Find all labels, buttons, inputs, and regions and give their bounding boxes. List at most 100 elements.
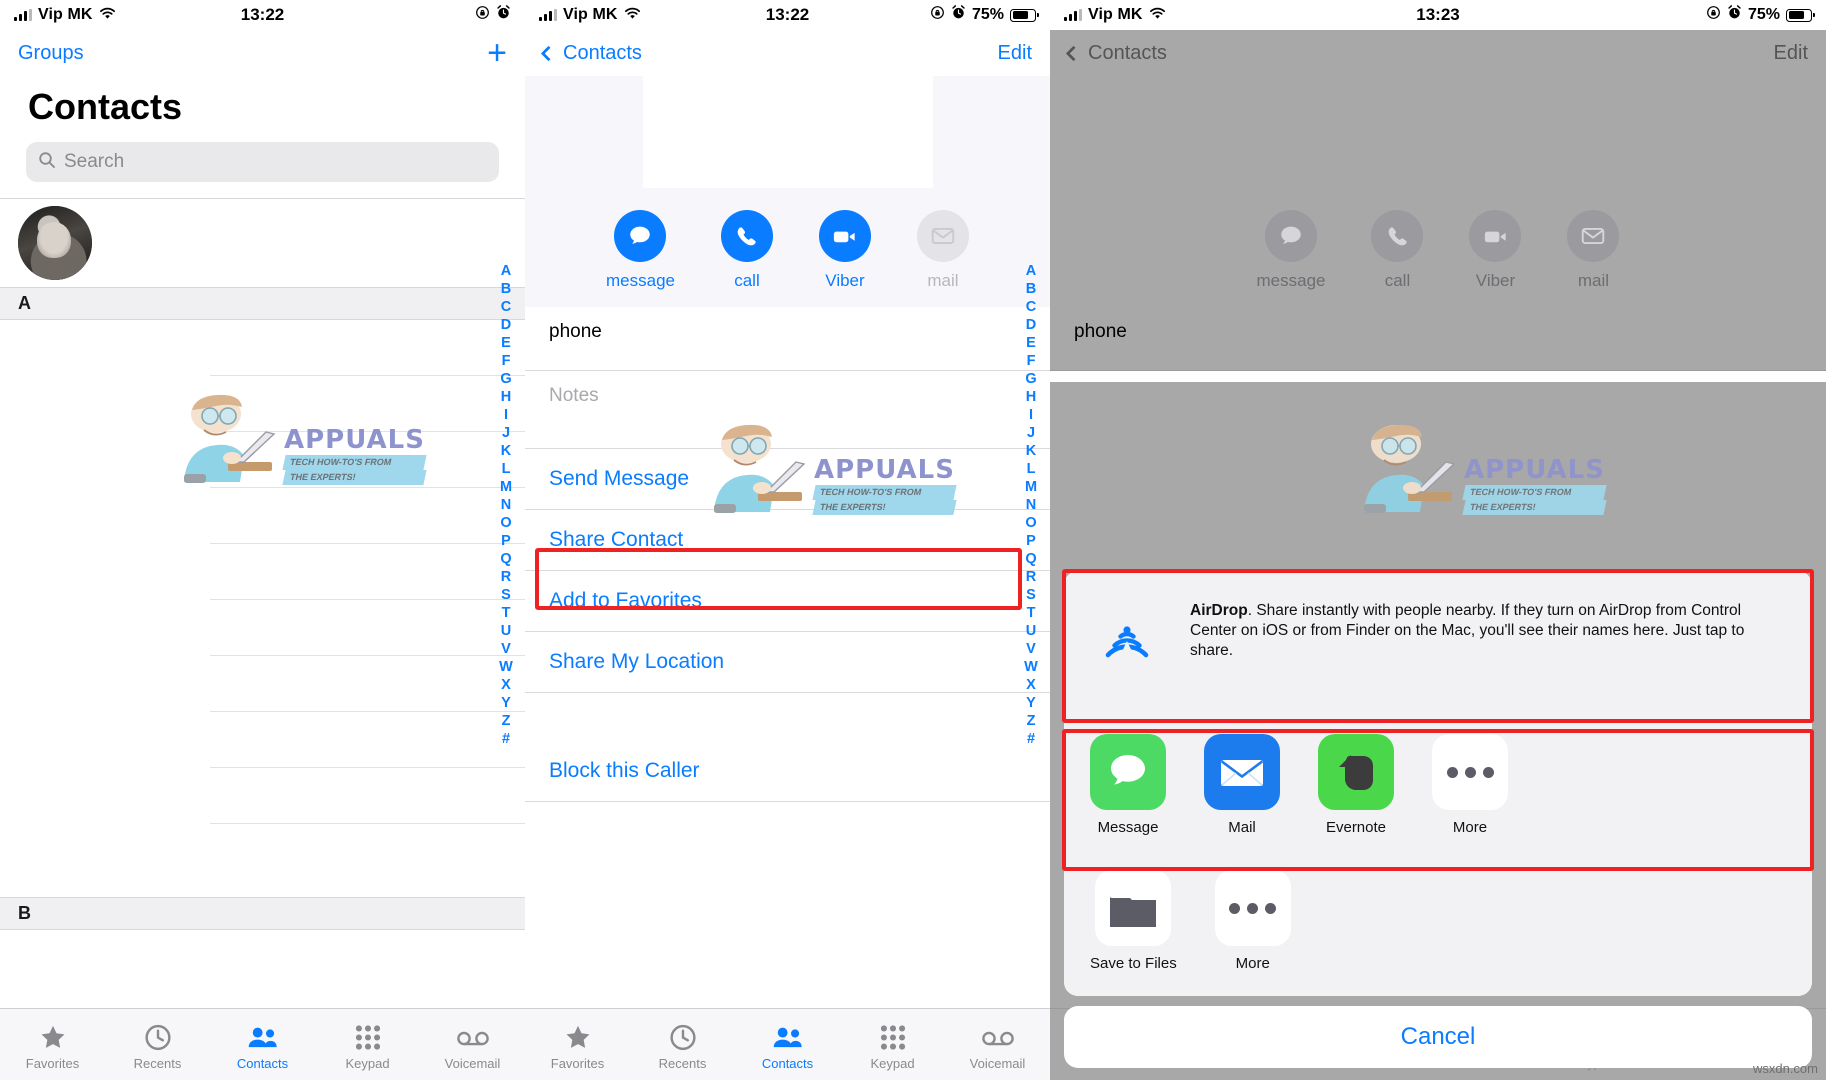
- action-message[interactable]: message: [606, 210, 675, 291]
- share-app-mail[interactable]: Mail: [1204, 734, 1280, 836]
- index-letter-q[interactable]: Q: [1025, 550, 1036, 568]
- block-this-caller-row[interactable]: Block this Caller: [525, 741, 1050, 802]
- index-letter-f[interactable]: F: [1027, 352, 1036, 370]
- action-mail[interactable]: mail: [916, 210, 969, 291]
- tab-voicemail[interactable]: Voicemail: [945, 1022, 1050, 1071]
- index-letter-s[interactable]: S: [501, 586, 511, 604]
- index-letter-n[interactable]: N: [501, 496, 511, 514]
- index-letter-h[interactable]: H: [1026, 388, 1036, 406]
- index-letter-u[interactable]: U: [501, 622, 511, 640]
- index-letter-r[interactable]: R: [501, 568, 511, 586]
- index-letter-y[interactable]: Y: [1026, 694, 1036, 712]
- index-letter-#[interactable]: #: [502, 730, 510, 748]
- alphabet-index-bar[interactable]: A B C D E F G H I J K L M N O P Q R S T U V W X Y Z #: [495, 262, 517, 748]
- index-letter-b[interactable]: B: [501, 280, 511, 298]
- tab-favorites[interactable]: Favorites: [0, 1022, 105, 1071]
- index-letter-n[interactable]: N: [1026, 496, 1036, 514]
- section-header-a: A: [0, 287, 525, 320]
- index-letter-l[interactable]: L: [502, 460, 511, 478]
- list-item[interactable]: [0, 199, 525, 287]
- notes-field[interactable]: Notes: [525, 371, 1050, 449]
- index-letter-t[interactable]: T: [502, 604, 511, 622]
- send-message-row[interactable]: Send Message: [525, 449, 1050, 510]
- back-button[interactable]: Contacts: [540, 42, 642, 65]
- index-letter-s[interactable]: S: [1026, 586, 1036, 604]
- index-letter-j[interactable]: J: [502, 424, 510, 442]
- index-letter-r[interactable]: R: [1026, 568, 1036, 586]
- index-letter-o[interactable]: O: [1025, 514, 1036, 532]
- index-letter-e[interactable]: E: [1026, 334, 1036, 352]
- alphabet-index-bar[interactable]: A B C D E F G H I J K L M N O P Q R S T U V W X Y Z #: [1020, 262, 1042, 748]
- index-letter-v[interactable]: V: [501, 640, 511, 658]
- index-letter-i[interactable]: I: [1029, 406, 1033, 424]
- index-letter-x[interactable]: X: [1026, 676, 1036, 694]
- index-letter-c[interactable]: C: [1026, 298, 1036, 316]
- index-letter-g[interactable]: G: [1025, 370, 1036, 388]
- index-letter-q[interactable]: Q: [500, 550, 511, 568]
- index-letter-#[interactable]: #: [1027, 730, 1035, 748]
- index-letter-w[interactable]: W: [499, 658, 513, 676]
- index-letter-p[interactable]: P: [501, 532, 511, 550]
- share-app-message[interactable]: Message: [1090, 734, 1166, 836]
- groups-button[interactable]: Groups: [18, 42, 84, 65]
- action-viber[interactable]: Viber: [818, 210, 871, 291]
- index-letter-h[interactable]: H: [501, 388, 511, 406]
- index-letter-d[interactable]: D: [1026, 316, 1036, 334]
- index-letter-k[interactable]: K: [501, 442, 511, 460]
- cancel-button[interactable]: Cancel: [1064, 1006, 1812, 1068]
- index-letter-p[interactable]: P: [1026, 532, 1036, 550]
- back-button[interactable]: Contacts: [1065, 42, 1167, 65]
- tab-keypad[interactable]: Keypad: [315, 1022, 420, 1071]
- index-letter-b[interactable]: B: [1026, 280, 1036, 298]
- action-message[interactable]: message: [1257, 210, 1325, 291]
- tab-keypad[interactable]: Keypad: [840, 1022, 945, 1071]
- index-letter-c[interactable]: C: [501, 298, 511, 316]
- search-input[interactable]: Search: [26, 142, 499, 182]
- index-letter-x[interactable]: X: [501, 676, 511, 694]
- action-call[interactable]: call: [1371, 210, 1424, 291]
- index-letter-o[interactable]: O: [500, 514, 511, 532]
- action-mail[interactable]: mail: [1567, 210, 1620, 291]
- index-letter-l[interactable]: L: [1027, 460, 1036, 478]
- share-app-evernote[interactable]: Evernote: [1318, 734, 1394, 836]
- index-letter-y[interactable]: Y: [501, 694, 511, 712]
- index-letter-j[interactable]: J: [1027, 424, 1035, 442]
- index-letter-a[interactable]: A: [1026, 262, 1036, 280]
- share-my-location-row[interactable]: Share My Location: [525, 632, 1050, 693]
- notes-placeholder: Notes: [549, 385, 599, 406]
- index-letter-d[interactable]: D: [501, 316, 511, 334]
- tab-contacts[interactable]: Contacts: [210, 1022, 315, 1071]
- index-letter-i[interactable]: I: [504, 406, 508, 424]
- index-letter-z[interactable]: Z: [502, 712, 511, 730]
- phone-field[interactable]: phone: [525, 307, 1050, 371]
- index-letter-k[interactable]: K: [1026, 442, 1036, 460]
- tab-favorites[interactable]: Favorites: [525, 1022, 630, 1071]
- index-letter-w[interactable]: W: [1024, 658, 1038, 676]
- action-viber[interactable]: Viber: [1469, 210, 1522, 291]
- airdrop-section[interactable]: AirDrop. Share instantly with people nea…: [1064, 571, 1812, 714]
- action-call[interactable]: call: [720, 210, 773, 291]
- index-letter-t[interactable]: T: [1027, 604, 1036, 622]
- share-app-save-to-files[interactable]: Save to Files: [1090, 870, 1177, 972]
- add-contact-button[interactable]: +: [487, 35, 507, 70]
- index-letter-m[interactable]: M: [1025, 478, 1037, 496]
- index-letter-u[interactable]: U: [1026, 622, 1036, 640]
- tab-recents[interactable]: Recents: [630, 1022, 735, 1071]
- index-letter-f[interactable]: F: [502, 352, 511, 370]
- share-contact-row[interactable]: Share Contact: [525, 510, 1050, 571]
- edit-button[interactable]: Edit: [998, 42, 1032, 65]
- tab-voicemail[interactable]: Voicemail: [420, 1022, 525, 1071]
- index-letter-z[interactable]: Z: [1027, 712, 1036, 730]
- tab-recents[interactable]: Recents: [105, 1022, 210, 1071]
- index-letter-v[interactable]: V: [1026, 640, 1036, 658]
- add-to-favorites-row[interactable]: Add to Favorites: [525, 571, 1050, 632]
- share-app-more[interactable]: More: [1214, 870, 1291, 972]
- index-letter-m[interactable]: M: [500, 478, 512, 496]
- edit-button[interactable]: Edit: [1774, 42, 1808, 65]
- phone-label: phone: [1074, 321, 1127, 342]
- index-letter-g[interactable]: G: [500, 370, 511, 388]
- index-letter-a[interactable]: A: [501, 262, 511, 280]
- share-app-more[interactable]: More: [1432, 734, 1508, 836]
- tab-contacts[interactable]: Contacts: [735, 1022, 840, 1071]
- index-letter-e[interactable]: E: [501, 334, 511, 352]
